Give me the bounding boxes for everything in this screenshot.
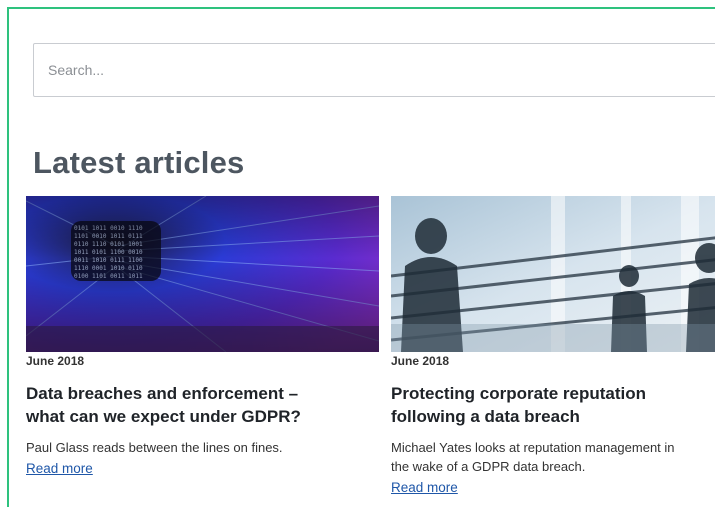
article-date: June 2018 — [391, 354, 450, 368]
article-summary: Michael Yates looks at reputation manage… — [391, 438, 715, 476]
article-image[interactable]: 0101 1011 0010 1110 1101 0010 1011 0111 … — [26, 196, 379, 352]
headline-line: following a data breach — [391, 407, 580, 426]
headline-line: what can we expect under GDPR? — [26, 407, 301, 426]
digital-code-tunnel-image: 0101 1011 0010 1110 1101 0010 1011 0111 … — [26, 196, 379, 352]
summary-line: the wake of a GDPR data breach. — [391, 459, 586, 474]
summary-line: Michael Yates looks at reputation manage… — [391, 440, 675, 455]
article-card: 0101 1011 0010 1110 1101 0010 1011 0111 … — [26, 196, 379, 478]
article-card: June 2018 Protecting corporate reputatio… — [391, 196, 715, 497]
summary-line: Paul Glass reads between the lines on fi… — [26, 440, 283, 455]
headline-line: Data breaches and enforcement – — [26, 384, 299, 403]
article-headline[interactable]: Data breaches and enforcement – what can… — [26, 382, 379, 428]
search-box[interactable] — [33, 43, 715, 97]
read-more-link[interactable]: Read more — [391, 480, 458, 495]
article-headline[interactable]: Protecting corporate reputation followin… — [391, 382, 715, 428]
article-image[interactable] — [391, 196, 715, 352]
read-more-link[interactable]: Read more — [26, 461, 93, 476]
search-input[interactable] — [34, 44, 715, 96]
article-summary: Paul Glass reads between the lines on fi… — [26, 438, 379, 457]
article-date: June 2018 — [26, 354, 85, 368]
section-title: Latest articles — [33, 145, 245, 180]
office-meeting-silhouettes-image — [391, 196, 715, 352]
page-frame: Latest articles — [7, 7, 715, 507]
headline-line: Protecting corporate reputation — [391, 384, 647, 403]
